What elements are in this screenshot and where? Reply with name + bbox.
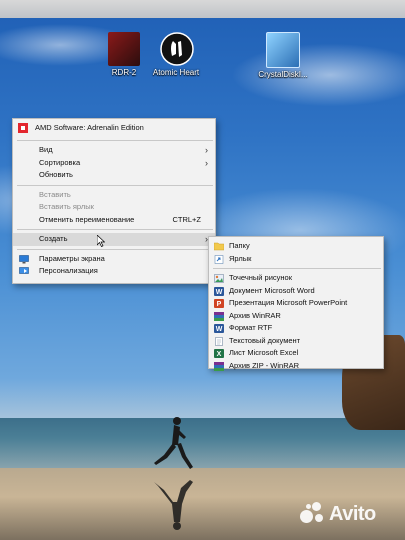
menu-item-view[interactable]: Вид › bbox=[13, 144, 215, 157]
menu-item-label: Презентация Microsoft PowerPoint bbox=[229, 298, 348, 307]
personalization-icon bbox=[19, 267, 29, 276]
menu-item-label: Ярлык bbox=[229, 253, 252, 263]
avito-watermark: Avito bbox=[300, 502, 376, 526]
shortcut-icon bbox=[214, 254, 224, 264]
folder-icon bbox=[213, 242, 225, 251]
menu-item-display-settings[interactable]: Параметры экрана bbox=[13, 253, 215, 266]
menu-item-label: Обновить bbox=[39, 170, 73, 179]
menu-item-label: AMD Software: Adrenalin Edition bbox=[35, 123, 144, 132]
submenu-item-word[interactable]: W Документ Microsoft Word bbox=[209, 285, 383, 298]
submenu-item-shortcut[interactable]: Ярлык bbox=[209, 253, 383, 266]
rtf-icon: W bbox=[214, 324, 224, 333]
desktop-icon-label: Atomic Heart bbox=[152, 68, 200, 77]
menu-item-personalization[interactable]: Персонализация bbox=[13, 265, 215, 278]
submenu-item-bitmap[interactable]: Точечный рисунок bbox=[209, 272, 383, 285]
menu-item-refresh[interactable]: Обновить bbox=[13, 169, 215, 182]
menu-item-amd-software[interactable]: AMD Software: Adrenalin Edition bbox=[13, 119, 215, 137]
chevron-right-icon: › bbox=[205, 157, 208, 168]
desktop-icon-atomic-heart[interactable]: Atomic Heart bbox=[144, 32, 208, 77]
excel-icon: X bbox=[214, 349, 224, 358]
submenu-item-powerpoint[interactable]: P Презентация Microsoft PowerPoint bbox=[209, 297, 383, 310]
menu-item-label: Текстовый документ bbox=[229, 335, 301, 345]
chevron-right-icon: › bbox=[205, 145, 208, 155]
wallpaper-runner bbox=[154, 417, 193, 469]
menu-separator bbox=[17, 184, 213, 186]
avito-logo-icon bbox=[300, 502, 326, 526]
text-document-icon bbox=[214, 336, 223, 346]
svg-text:W: W bbox=[216, 289, 223, 296]
menu-item-create[interactable]: Создать › bbox=[13, 233, 215, 247]
submenu-item-folder[interactable]: Папку bbox=[209, 240, 383, 253]
powerpoint-icon: P bbox=[214, 299, 224, 308]
menu-item-label: Вид bbox=[39, 145, 53, 154]
menu-separator bbox=[213, 268, 381, 269]
svg-text:X: X bbox=[217, 351, 222, 358]
winrar-archive-icon bbox=[214, 311, 224, 321]
desktop-icon-label: CrystalDiskI... bbox=[258, 70, 308, 79]
svg-text:W: W bbox=[216, 326, 223, 333]
submenu-item-rtf[interactable]: W Формат RTF bbox=[209, 322, 383, 335]
menu-item-paste[interactable]: Вставить bbox=[13, 189, 215, 202]
menu-separator bbox=[17, 248, 213, 250]
wallpaper-sea bbox=[0, 418, 405, 468]
menu-item-label: Персонализация bbox=[39, 266, 98, 275]
menu-item-label: Создать bbox=[39, 234, 68, 243]
monitor-bezel bbox=[0, 0, 405, 18]
menu-item-label: Папку bbox=[229, 241, 250, 250]
submenu-item-excel[interactable]: X Лист Microsoft Excel bbox=[209, 347, 383, 360]
crystaldisk-icon bbox=[266, 32, 300, 68]
menu-item-undo-rename[interactable]: Отменить переименование CTRL+Z bbox=[13, 214, 215, 227]
watermark-text: Avito bbox=[329, 502, 376, 525]
word-doc-icon: W bbox=[214, 286, 224, 296]
desktop-icon-crystaldisk[interactable]: CrystalDiskI... bbox=[251, 32, 315, 79]
menu-item-sort[interactable]: Сортировка › bbox=[13, 157, 215, 170]
submenu-item-zip[interactable]: Архив ZIP - WinRAR bbox=[209, 360, 383, 373]
menu-item-label: Лист Microsoft Excel bbox=[229, 348, 299, 357]
unreal-engine-icon bbox=[160, 32, 194, 66]
menu-item-paste-shortcut[interactable]: Вставить ярлык bbox=[13, 201, 215, 214]
mouse-cursor-icon bbox=[97, 235, 105, 247]
zip-archive-icon bbox=[214, 361, 224, 371]
menu-item-label: Формат RTF bbox=[229, 323, 273, 332]
amd-logo-icon bbox=[18, 123, 28, 133]
submenu-item-winrar[interactable]: Архив WinRAR bbox=[209, 310, 383, 323]
menu-item-label: Параметры экрана bbox=[39, 253, 105, 263]
display-settings-icon bbox=[19, 254, 29, 264]
rdr2-game-icon bbox=[108, 32, 140, 66]
wallpaper-runner-reflection bbox=[154, 480, 193, 530]
submenu-item-text-document[interactable]: Текстовый документ bbox=[209, 335, 383, 348]
desktop-context-menu: AMD Software: Adrenalin Edition Вид › Со… bbox=[12, 118, 216, 284]
menu-item-shortcut: CTRL+Z bbox=[172, 214, 201, 224]
menu-item-label: Точечный рисунок bbox=[229, 273, 292, 282]
menu-separator bbox=[17, 140, 213, 141]
menu-separator bbox=[17, 229, 213, 230]
svg-text:P: P bbox=[217, 301, 222, 308]
menu-item-label: Архив WinRAR bbox=[229, 310, 281, 320]
menu-item-label: Вставить ярлык bbox=[39, 202, 94, 211]
menu-item-label: Вставить bbox=[39, 189, 71, 199]
menu-item-label: Отменить переименование bbox=[39, 214, 135, 224]
bitmap-icon bbox=[214, 274, 224, 283]
create-submenu: Папку Ярлык Точечный рисунок W Документ … bbox=[208, 236, 384, 371]
menu-item-label: Документ Microsoft Word bbox=[229, 285, 315, 295]
menu-item-label: Сортировка bbox=[39, 157, 81, 167]
menu-item-label: Архив ZIP - WinRAR bbox=[229, 360, 300, 370]
